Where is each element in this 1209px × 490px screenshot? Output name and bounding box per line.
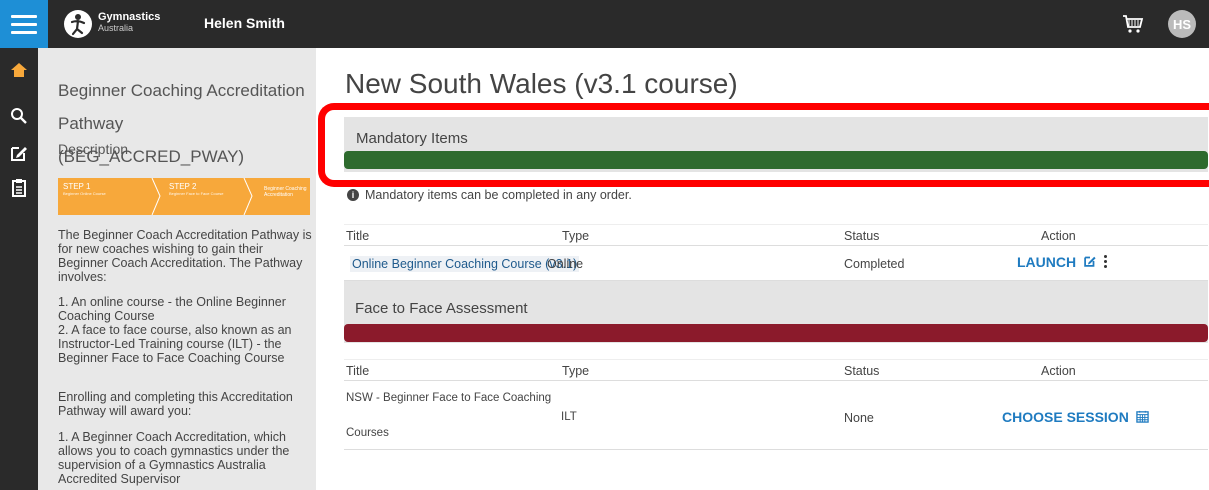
step-1: STEP 1 Beginner Online Course xyxy=(63,182,106,196)
calendar-icon xyxy=(1135,410,1149,423)
cart-icon[interactable] xyxy=(1122,14,1144,34)
f2f-course-title-line2: Courses xyxy=(346,427,389,439)
edit-icon xyxy=(1084,256,1096,267)
pathway-intro: The Beginner Coach Accreditation Pathway… xyxy=(58,228,312,284)
search-icon[interactable] xyxy=(9,106,29,126)
mandatory-table-header: Title Type Status Action xyxy=(344,224,1208,246)
user-name: Helen Smith xyxy=(204,15,285,31)
menu-line xyxy=(11,30,37,34)
home-icon[interactable] xyxy=(9,60,29,80)
brand-title: Gymnastics xyxy=(98,11,161,23)
brand-subtitle: Australia xyxy=(98,23,134,33)
step-3-label: Beginner Coaching Accreditation xyxy=(264,186,307,198)
info-icon: i xyxy=(347,189,359,201)
f2f-course-status: None xyxy=(844,411,874,425)
f2f-course-type: ILT xyxy=(561,411,577,423)
col-status: Status xyxy=(844,229,880,243)
course-title-link[interactable]: Online Beginner Coaching Course (v3.1) xyxy=(350,256,580,272)
launch-label: LAUNCH xyxy=(1017,254,1077,270)
hamburger-menu-button[interactable] xyxy=(0,0,48,48)
gymnastics-logo-icon[interactable] xyxy=(64,10,92,38)
col-type: Type xyxy=(562,229,590,243)
col-title: Title xyxy=(346,364,370,378)
col-status: Status xyxy=(844,364,880,378)
f2f-table-header: Title Type Status Action xyxy=(344,359,1208,381)
clipboard-icon[interactable] xyxy=(9,178,29,198)
highlight-annotation xyxy=(318,103,1209,187)
pathway-award-intro: Enrolling and completing this Accreditat… xyxy=(58,390,293,418)
choose-session-label: CHOOSE SESSION xyxy=(1002,409,1129,425)
description-label: Description xyxy=(58,141,129,157)
menu-line xyxy=(11,22,37,26)
left-nav xyxy=(0,48,38,490)
avatar[interactable]: HS xyxy=(1168,10,1196,38)
mandatory-info: i Mandatory items can be completed in an… xyxy=(347,188,632,202)
col-type: Type xyxy=(562,364,590,378)
step-1-sub: Beginner Online Course xyxy=(63,191,106,196)
course-type: Online xyxy=(547,257,584,271)
menu-line xyxy=(11,14,37,18)
f2f-section-header: Face to Face Assessment xyxy=(344,281,1208,343)
choose-session-button[interactable]: CHOOSE SESSION xyxy=(1002,409,1149,425)
step-2-sub: Beginner Face to Face Course xyxy=(169,191,224,196)
col-action: Action xyxy=(1041,229,1076,243)
more-options-icon[interactable] xyxy=(1104,255,1107,268)
step-1-label: STEP 1 xyxy=(63,182,91,191)
f2f-progress-bar xyxy=(344,324,1208,342)
edit-icon[interactable] xyxy=(9,143,29,163)
step-2-label: STEP 2 xyxy=(169,182,197,191)
row-divider xyxy=(344,449,1208,450)
course-status: Completed xyxy=(844,257,905,271)
f2f-title: Face to Face Assessment xyxy=(355,300,528,317)
step-2: STEP 2 Beginner Face to Face Course xyxy=(169,182,223,196)
mandatory-info-text: Mandatory items can be completed in any … xyxy=(365,188,632,202)
col-title: Title xyxy=(346,229,370,243)
pathway-sidebar: Beginner Coaching Accreditation Pathway … xyxy=(38,48,316,490)
brand-name[interactable]: Gymnastics Australia xyxy=(98,11,160,33)
f2f-course-title-line1: NSW - Beginner Face to Face Coaching xyxy=(346,392,552,404)
col-action: Action xyxy=(1041,364,1076,378)
gymnast-figure-icon xyxy=(70,14,86,36)
pathway-steps: 1. An online course - the Online Beginne… xyxy=(58,295,292,365)
pathway-title: Beginner Coaching Accreditation Pathway … xyxy=(58,81,305,166)
pathway-stepper: STEP 1 Beginner Online Course STEP 2 Beg… xyxy=(58,178,310,215)
launch-button[interactable]: LAUNCH xyxy=(1017,254,1097,270)
top-bar: Gymnastics Australia Helen Smith HS xyxy=(0,0,1209,48)
pathway-award: 1. A Beginner Coach Accreditation, which… xyxy=(58,430,290,486)
page-title: New South Wales (v3.1 course) xyxy=(345,68,738,99)
